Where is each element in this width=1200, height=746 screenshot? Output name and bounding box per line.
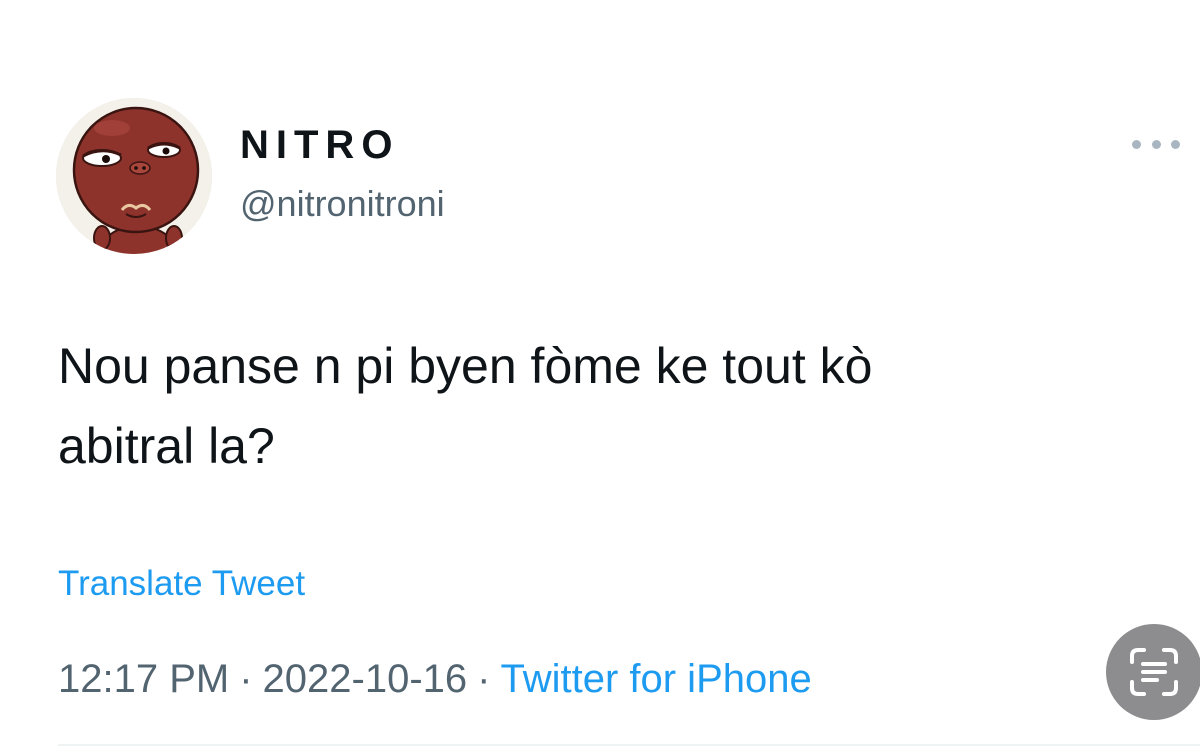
tweet-date[interactable]: 2022-10-16: [263, 657, 468, 701]
author-display-name[interactable]: NITRO: [240, 122, 399, 168]
tweet-source-link[interactable]: Twitter for iPhone: [500, 657, 811, 701]
translate-tweet-link[interactable]: Translate Tweet: [58, 562, 305, 606]
tweet-text-line: Nou panse n pi byen fòme ke tout kò: [58, 338, 873, 394]
more-horizontal-icon-dot: [1132, 139, 1141, 149]
cartoon-avatar-icon: [56, 98, 212, 254]
avatar[interactable]: [56, 98, 212, 254]
tweet-metadata: 12:17 PM · 2022-10-16 · Twitter for iPhone: [58, 654, 812, 704]
author-handle[interactable]: @nitronitroni: [240, 182, 445, 226]
meta-separator: ·: [239, 657, 253, 701]
tweet-text-line: abitral la?: [58, 418, 275, 474]
meta-separator: ·: [477, 657, 491, 701]
tweet-card: NITRO @nitronitroni Nou panse n pi byen …: [0, 0, 1200, 746]
more-options-button[interactable]: [1132, 132, 1180, 156]
more-horizontal-icon-dot: [1171, 139, 1180, 149]
live-text-scan-icon: [1130, 648, 1178, 696]
more-horizontal-icon-dot: [1151, 139, 1161, 149]
live-text-scan-button[interactable]: [1106, 624, 1200, 720]
tweet-time[interactable]: 12:17 PM: [58, 657, 229, 701]
tweet-text: Nou panse n pi byen fòme ke tout kò abit…: [58, 326, 1158, 486]
